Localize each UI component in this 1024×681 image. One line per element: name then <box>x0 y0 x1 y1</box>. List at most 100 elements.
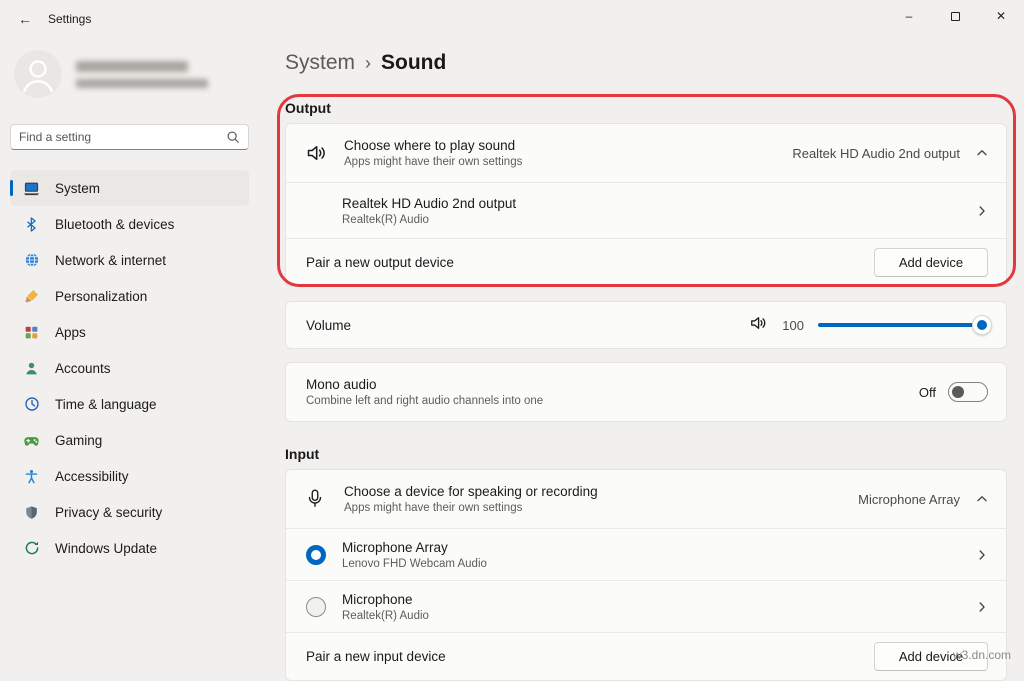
globe-icon <box>23 252 40 269</box>
input-device-row-mic[interactable]: Microphone Realtek(R) Audio <box>286 580 1006 632</box>
volume-slider-thumb[interactable] <box>972 315 992 335</box>
user-profile[interactable] <box>14 50 249 98</box>
sidebar-item-label: Accessibility <box>55 469 129 484</box>
sidebar-item-label: Apps <box>55 325 86 340</box>
update-arrows-icon <box>23 540 40 557</box>
minimize-icon: – <box>906 9 913 23</box>
choose-input-subtitle: Apps might have their own settings <box>344 502 598 514</box>
breadcrumb-system[interactable]: System <box>285 51 355 75</box>
maximize-button[interactable] <box>932 0 978 32</box>
avatar <box>14 50 62 98</box>
input-device-value: Microphone Array <box>858 492 960 507</box>
sidebar-item-personalization[interactable]: Personalization <box>10 278 249 314</box>
sidebar-item-privacy[interactable]: Privacy & security <box>10 494 249 530</box>
search-input[interactable] <box>19 130 226 144</box>
back-arrow-icon: ← <box>18 11 32 27</box>
radio-selected-icon[interactable] <box>306 545 326 565</box>
sidebar-item-label: Bluetooth & devices <box>55 217 174 232</box>
watermark: w3.dn.com <box>953 648 1011 662</box>
search-box[interactable] <box>10 124 249 150</box>
sidebar-item-label: System <box>55 181 100 196</box>
output-device-value: Realtek HD Audio 2nd output <box>792 146 960 161</box>
input-device-row-mic-array[interactable]: Microphone Array Lenovo FHD Webcam Audio <box>286 528 1006 580</box>
user-name-redacted <box>76 61 188 72</box>
mono-toggle-state: Off <box>919 385 936 400</box>
close-button[interactable]: ✕ <box>978 0 1024 32</box>
volume-row: Volume 100 <box>286 302 1006 348</box>
choose-output-subtitle: Apps might have their own settings <box>344 156 522 168</box>
page-title: Sound <box>381 51 446 75</box>
main-content: System › Sound Output Choose where to pl… <box>285 38 1007 681</box>
choose-input-title: Choose a device for speaking or recordin… <box>344 484 598 499</box>
mono-audio-card: Mono audio Combine left and right audio … <box>285 362 1007 422</box>
choose-output-title: Choose where to play sound <box>344 138 522 153</box>
chevron-right-icon <box>976 601 988 613</box>
sidebar-item-label: Network & internet <box>55 253 166 268</box>
input-group-card: Choose a device for speaking or recordin… <box>285 469 1007 681</box>
titlebar: ← Settings – ✕ <box>0 0 1024 38</box>
mono-audio-subtitle: Combine left and right audio channels in… <box>306 395 543 407</box>
choose-output-row[interactable]: Choose where to play sound Apps might ha… <box>286 124 1006 182</box>
input-device-title: Microphone <box>342 592 429 607</box>
volume-label: Volume <box>306 318 351 333</box>
sidebar-item-accessibility[interactable]: Accessibility <box>10 458 249 494</box>
output-device-title: Realtek HD Audio 2nd output <box>342 196 516 211</box>
output-device-row[interactable]: Realtek HD Audio 2nd output Realtek(R) A… <box>286 182 1006 238</box>
shield-icon <box>23 504 40 521</box>
breadcrumb-separator-icon: › <box>365 52 371 74</box>
sidebar-item-accounts[interactable]: Accounts <box>10 350 249 386</box>
chevron-up-icon <box>976 147 988 159</box>
output-device-subtitle: Realtek(R) Audio <box>342 214 516 226</box>
choose-input-row[interactable]: Choose a device for speaking or recordin… <box>286 470 1006 528</box>
apps-grid-icon <box>23 324 40 341</box>
pair-input-row: Pair a new input device Add device <box>286 632 1006 680</box>
output-section-header: Output <box>285 100 1007 117</box>
add-output-device-button[interactable]: Add device <box>874 248 988 277</box>
sidebar-item-windows-update[interactable]: Windows Update <box>10 530 249 566</box>
sidebar-item-label: Time & language <box>55 397 157 412</box>
person-icon <box>23 360 40 377</box>
clock-icon <box>23 396 40 413</box>
close-icon: ✕ <box>996 9 1006 23</box>
mono-audio-title: Mono audio <box>306 377 543 392</box>
sidebar-item-gaming[interactable]: Gaming <box>10 422 249 458</box>
sidebar: System Bluetooth & devices Network & int… <box>0 38 259 666</box>
system-icon <box>23 180 40 197</box>
back-button[interactable]: ← <box>8 4 42 34</box>
search-icon <box>226 130 240 144</box>
sidebar-item-bluetooth[interactable]: Bluetooth & devices <box>10 206 249 242</box>
sidebar-item-time-language[interactable]: Time & language <box>10 386 249 422</box>
mono-audio-toggle[interactable] <box>948 382 988 402</box>
volume-slider[interactable] <box>818 315 988 335</box>
pair-output-title: Pair a new output device <box>306 255 454 270</box>
gamepad-icon <box>23 432 40 449</box>
radio-unselected-icon[interactable] <box>306 597 326 617</box>
sidebar-item-network[interactable]: Network & internet <box>10 242 249 278</box>
sidebar-item-label: Windows Update <box>55 541 157 556</box>
brush-icon <box>23 288 40 305</box>
window-title: Settings <box>48 12 91 26</box>
volume-slider-track[interactable] <box>818 323 986 327</box>
breadcrumb: System › Sound <box>285 48 1007 78</box>
volume-speaker-icon[interactable] <box>748 313 768 338</box>
input-device-title: Microphone Array <box>342 540 487 555</box>
sidebar-item-apps[interactable]: Apps <box>10 314 249 350</box>
chevron-right-icon <box>976 549 988 561</box>
chevron-right-icon <box>976 205 988 217</box>
maximize-icon <box>951 12 960 21</box>
sidebar-item-label: Accounts <box>55 361 111 376</box>
mono-audio-row: Mono audio Combine left and right audio … <box>286 363 1006 421</box>
sidebar-item-label: Gaming <box>55 433 102 448</box>
volume-value: 100 <box>782 318 804 333</box>
chevron-up-icon <box>976 493 988 505</box>
sidebar-item-label: Privacy & security <box>55 505 162 520</box>
sidebar-item-system[interactable]: System <box>10 170 249 206</box>
sidebar-nav: System Bluetooth & devices Network & int… <box>10 170 249 566</box>
pair-output-row: Pair a new output device Add device <box>286 238 1006 286</box>
output-group-card: Choose where to play sound Apps might ha… <box>285 123 1007 287</box>
minimize-button[interactable]: – <box>886 0 932 32</box>
input-section-header: Input <box>285 446 1007 463</box>
volume-card: Volume 100 <box>285 301 1007 349</box>
sidebar-item-label: Personalization <box>55 289 147 304</box>
user-email-redacted <box>76 79 208 88</box>
